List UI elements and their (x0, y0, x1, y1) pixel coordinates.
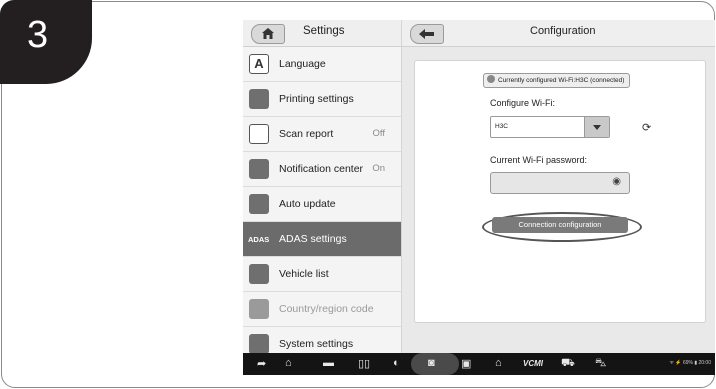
vci-icon[interactable]: VCMI (523, 359, 543, 368)
wifi-config-card: Currently configured Wi-Fi:H3C (connecte… (414, 60, 706, 323)
vehicle-list-icon (249, 264, 269, 284)
gear-icon (249, 334, 269, 354)
menu-item-auto-update[interactable]: Auto update (243, 187, 401, 222)
wifi-select[interactable]: H3C (490, 116, 610, 138)
menu-item-value: Off (372, 128, 386, 139)
camera-button-bg (411, 353, 459, 375)
menu-item-label: Language (279, 58, 326, 70)
adas-icon: ADAS (248, 235, 270, 244)
system-status: ᯤ ⚡ 69% ▮ 20:00 (669, 360, 711, 366)
chevron-down-icon[interactable] (584, 117, 609, 137)
step-number: 3 (27, 14, 49, 56)
menu-item-country[interactable]: Country/region code (243, 292, 401, 327)
browser-icon[interactable]: ◐ (393, 357, 400, 369)
menu-item-language[interactable]: A Language (243, 47, 401, 82)
menu-item-scan-report[interactable]: Scan report Off (243, 117, 401, 152)
home-button[interactable] (251, 24, 285, 44)
eye-hidden-icon[interactable]: ◉ (612, 176, 621, 187)
menu-item-label: Country/region code (279, 303, 374, 315)
configuration-panel: Configuration Currently configured Wi-Fi… (402, 20, 715, 353)
shop-icon[interactable]: ⌂ (495, 357, 502, 369)
wifi-select-value: H3C (495, 123, 509, 130)
wifi-status-badge: Currently configured Wi-Fi:H3C (connecte… (483, 73, 631, 88)
back-nav-icon[interactable]: ➦ (257, 357, 266, 370)
notification-icon (249, 159, 269, 179)
taskbar: ➦ ⌂ ▬ ▯▯ ◐ ◙ ▣ ⌂ VCMI ⛟ ⛍ ᯤ ⚡ 69% ▮ 20:0… (243, 353, 715, 375)
wifi-status-text: Currently configured Wi-Fi:H3C (connecte… (498, 77, 625, 84)
connection-configuration-button[interactable]: Connection configuration (492, 217, 628, 233)
multi-window-icon[interactable]: ▯▯ (358, 357, 370, 370)
language-icon: A (249, 54, 269, 74)
report-icon (249, 124, 269, 144)
menu-item-label: Printing settings (279, 93, 354, 105)
password-label: Current Wi-Fi password: (490, 155, 588, 165)
menu-item-label: Vehicle list (279, 268, 329, 280)
settings-title: Settings (303, 25, 345, 37)
car-icon[interactable]: ⛟ (561, 357, 575, 371)
menu-item-value: On (372, 163, 385, 174)
menu-item-label: Notification center (279, 163, 364, 175)
back-arrow-icon (419, 29, 434, 39)
configuration-header: Configuration (402, 20, 715, 47)
menu-item-printing[interactable]: Printing settings (243, 82, 401, 117)
menu-item-notification[interactable]: Notification center On (243, 152, 401, 187)
settings-panel: Settings A Language Printing settings Sc… (243, 20, 402, 354)
display-icon[interactable]: ▣ (461, 357, 471, 370)
menu-item-label: ADAS settings (279, 233, 347, 245)
menu-item-vehicle-list[interactable]: Vehicle list (243, 257, 401, 292)
update-icon (249, 194, 269, 214)
back-button[interactable] (410, 24, 444, 44)
menu-item-label: System settings (279, 338, 354, 350)
configuration-title: Configuration (530, 25, 596, 37)
menu-item-label: Scan report (279, 128, 334, 140)
home-icon (262, 28, 274, 39)
menu-item-label: Auto update (279, 198, 336, 210)
configure-wifi-label: Configure Wi-Fi: (490, 98, 556, 108)
camera-icon[interactable]: ◙ (428, 357, 435, 369)
settings-header: Settings (243, 20, 401, 47)
recent-apps-icon[interactable]: ▬ (323, 357, 334, 369)
home-nav-icon[interactable]: ⌂ (285, 357, 292, 369)
menu-item-adas[interactable]: ADAS ADAS settings (243, 222, 401, 257)
user-car-icon[interactable]: ⛍ (595, 357, 606, 371)
tablet-screen: Settings A Language Printing settings Sc… (243, 20, 715, 375)
check-icon (487, 75, 495, 84)
password-field[interactable]: ◉ (490, 172, 630, 194)
printer-icon (249, 89, 269, 109)
refresh-icon[interactable]: ⟳ (642, 121, 651, 134)
swap-icon (249, 299, 269, 319)
